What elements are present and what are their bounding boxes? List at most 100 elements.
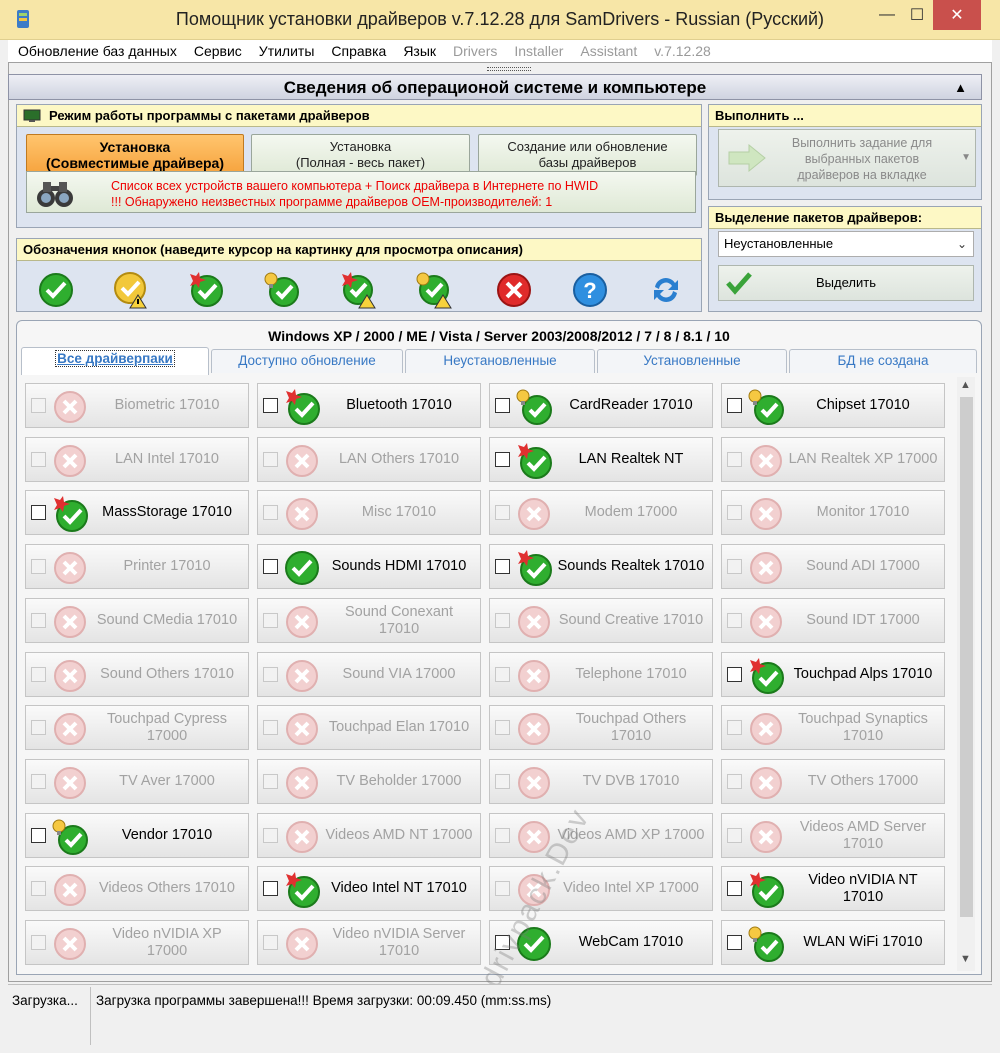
driverpack-card[interactable]: Videos AMD NT 17000 (257, 813, 481, 858)
scroll-thumb[interactable] (960, 397, 973, 917)
driverpack-card[interactable]: TV Others 17000 (721, 759, 945, 804)
create-db-button[interactable]: Создание или обновление базы драйверов (478, 134, 697, 176)
close-button[interactable]: ✕ (933, 0, 981, 30)
ok-check-icon[interactable] (37, 271, 75, 309)
tab-db-not-created[interactable]: БД не создана (789, 349, 977, 373)
driverpack-card[interactable]: Touchpad Synaptics 17010 (721, 705, 945, 750)
scroll-up-icon[interactable]: ▲ (960, 379, 971, 391)
driverpack-card[interactable]: Sound Conexant 17010 (257, 598, 481, 643)
driverpack-checkbox[interactable] (495, 935, 510, 950)
driverpack-card[interactable]: Sound ADI 17000 (721, 544, 945, 589)
driverpack-card[interactable]: Chipset 17010 (721, 383, 945, 428)
driverpack-card[interactable]: WLAN WiFi 17010 (721, 920, 945, 965)
warning-check-icon[interactable] (112, 271, 150, 309)
driverpack-card[interactable]: Video nVIDIA NT 17010 (721, 866, 945, 911)
driverpack-label-line2: 17010 (378, 620, 420, 637)
driverpack-label-line1: Touchpad Cypress (106, 710, 228, 727)
driverpack-card[interactable]: Printer 17010 (25, 544, 249, 589)
driverpack-card[interactable]: Bluetooth 17010 (257, 383, 481, 428)
driverpack-card[interactable]: TV Beholder 17000 (257, 759, 481, 804)
driverpack-card[interactable]: TV DVB 17010 (489, 759, 713, 804)
driverpack-card[interactable]: Video Intel NT 17010 (257, 866, 481, 911)
driverpack-card[interactable]: Touchpad Alps 17010 (721, 652, 945, 697)
menu-assistant[interactable]: Assistant (580, 43, 637, 59)
driverpack-checkbox[interactable] (31, 828, 46, 843)
driverpack-card[interactable]: Videos AMD Server 17010 (721, 813, 945, 858)
driverpack-checkbox[interactable] (31, 505, 46, 520)
execute-dropdown-icon[interactable]: ▼ (961, 150, 971, 166)
execute-task-button[interactable]: Выполнить задание для выбранных пакетов … (718, 129, 976, 187)
driverpack-card[interactable]: Touchpad Others 17010 (489, 705, 713, 750)
menu-installer[interactable]: Installer (514, 43, 563, 59)
driverpack-card[interactable]: Modem 17000 (489, 490, 713, 535)
menu-update-db[interactable]: Обновление баз данных (18, 43, 177, 59)
bulb-warning-check-icon[interactable] (415, 271, 453, 309)
driverpack-card[interactable]: Sounds HDMI 17010 (257, 544, 481, 589)
menu-utilities[interactable]: Утилиты (259, 43, 315, 59)
collapse-icon[interactable]: ▲ (954, 75, 967, 101)
error-cross-icon[interactable] (495, 271, 533, 309)
driverpack-card[interactable]: MassStorage 17010 (25, 490, 249, 535)
menu-drivers[interactable]: Drivers (453, 43, 497, 59)
refresh-arrows-icon[interactable] (647, 271, 685, 309)
driverpack-card[interactable]: Vendor 17010 (25, 813, 249, 858)
vertical-scrollbar[interactable]: ▲ ▼ (957, 377, 975, 971)
driverpack-checkbox[interactable] (263, 559, 278, 574)
driverpack-card[interactable]: LAN Realtek XP 17000 (721, 437, 945, 482)
driverpack-card[interactable]: Video Intel XP 17000 (489, 866, 713, 911)
splitter-grip[interactable] (487, 67, 531, 71)
driverpack-card[interactable]: LAN Realtek NT (489, 437, 713, 482)
bulb-check-icon[interactable] (263, 271, 301, 309)
driverpack-card[interactable]: LAN Others 17010 (257, 437, 481, 482)
install-full-button[interactable]: Установка (Полная - весь пакет) (251, 134, 470, 176)
driverpack-checkbox[interactable] (727, 667, 742, 682)
tab-all-packs[interactable]: Все драйверпаки (21, 347, 209, 375)
driverpack-card[interactable]: TV Aver 17000 (25, 759, 249, 804)
driverpack-card[interactable]: Sound IDT 17000 (721, 598, 945, 643)
driverpack-card[interactable]: Touchpad Cypress 17000 (25, 705, 249, 750)
menu-help[interactable]: Справка (331, 43, 386, 59)
driverpack-card[interactable]: Video nVIDIA XP 17000 (25, 920, 249, 965)
menu-service[interactable]: Сервис (194, 43, 242, 59)
driverpack-checkbox[interactable] (495, 398, 510, 413)
driverpack-checkbox[interactable] (727, 935, 742, 950)
tab-installed[interactable]: Установленные (597, 349, 787, 373)
tab-not-installed[interactable]: Неустановленные (405, 349, 595, 373)
driverpack-card[interactable]: Touchpad Elan 17010 (257, 705, 481, 750)
driverpack-card[interactable]: Videos AMD XP 17000 (489, 813, 713, 858)
driverpack-checkbox[interactable] (495, 559, 510, 574)
minimize-button[interactable]: — (872, 0, 902, 30)
status-bar: Загрузка... Загрузка программы завершена… (8, 984, 992, 1046)
help-question-icon[interactable]: ? (571, 271, 609, 309)
system-info-header[interactable]: Сведения об операционой системе и компью… (8, 74, 982, 100)
driverpack-card[interactable]: Telephone 17010 (489, 652, 713, 697)
driverpack-card[interactable]: Sound VIA 17000 (257, 652, 481, 697)
driverpack-card[interactable]: Sound Creative 17010 (489, 598, 713, 643)
install-compatible-button[interactable]: Установка (Совместимые драйвера) (26, 134, 244, 176)
driverpack-card[interactable]: Video nVIDIA Server 17010 (257, 920, 481, 965)
driverpack-card[interactable]: Videos Others 17010 (25, 866, 249, 911)
driverpack-card[interactable]: Misc 17010 (257, 490, 481, 535)
driverpack-checkbox[interactable] (727, 398, 742, 413)
selection-dropdown[interactable]: Неустановленные ⌄ (718, 231, 974, 257)
driverpack-card[interactable]: Sounds Realtek 17010 (489, 544, 713, 589)
driverpack-checkbox[interactable] (263, 881, 278, 896)
driverpack-card[interactable]: LAN Intel 17010 (25, 437, 249, 482)
scroll-down-icon[interactable]: ▼ (960, 953, 971, 965)
driverpack-card[interactable]: WebCam 17010 (489, 920, 713, 965)
driverpack-checkbox[interactable] (727, 881, 742, 896)
new-warning-check-icon[interactable] (339, 271, 377, 309)
driverpack-card[interactable]: CardReader 17010 (489, 383, 713, 428)
device-search-button[interactable]: Список всех устройств вашего компьютера … (26, 171, 696, 213)
driverpack-card[interactable]: Sound Others 17010 (25, 652, 249, 697)
driverpack-card[interactable]: Monitor 17010 (721, 490, 945, 535)
driverpack-checkbox[interactable] (263, 398, 278, 413)
driverpack-checkbox[interactable] (495, 452, 510, 467)
select-button[interactable]: Выделить (718, 265, 974, 301)
menu-language[interactable]: Язык (403, 43, 436, 59)
new-check-icon[interactable] (187, 271, 225, 309)
driverpack-card[interactable]: Biometric 17010 (25, 383, 249, 428)
tab-update-available[interactable]: Доступно обновление (211, 349, 403, 373)
driverpack-card[interactable]: Sound CMedia 17010 (25, 598, 249, 643)
maximize-button[interactable]: ☐ (902, 0, 932, 30)
